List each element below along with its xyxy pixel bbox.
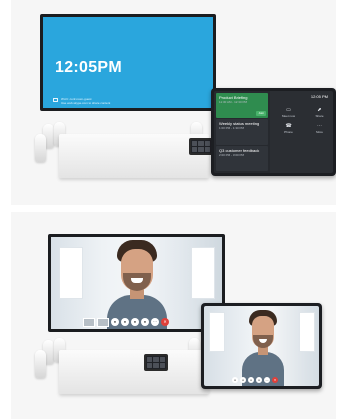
background-window [59,247,83,299]
background-window [299,312,315,352]
conference-table [59,134,213,178]
end-call-button[interactable]: ✕ [161,318,169,326]
background-window [191,247,215,299]
room-control-actions: 12:05 PM ▭ Meet now ⬈ Share ☎ Phone ⋯ Mo… [270,91,333,173]
phone-icon: ☎ [285,123,292,129]
chair [35,134,46,162]
meeting-room-scene: 12:05PM Wi-Fi: conf-room-guest Use web.s… [11,0,336,205]
join-button[interactable]: Join [256,111,266,117]
participant-thumbnail[interactable] [97,317,109,327]
background-window [209,312,225,352]
chair [35,350,46,378]
meet-now-button[interactable]: ▭ Meet now [276,107,301,119]
phone-button[interactable]: ☎ Phone [276,123,301,135]
remote-participant [240,308,286,386]
share-button[interactable]: ● [248,377,254,383]
room-display-info: Wi-Fi: conf-room-guest Use web.skype.com… [53,97,110,105]
meeting-title: Q3 customer feedback [219,147,260,153]
room-display-clock: 12:05PM [55,59,123,76]
conference-table-area [29,118,213,182]
meeting-time: 11:30 AM - 12:30 PM [219,100,247,104]
video-feed-preview: ● ● ● ● ⋯ ✕ [204,306,319,386]
mic-toggle-button[interactable]: ● [240,377,246,383]
end-call-button[interactable]: ✕ [272,377,278,383]
meeting-time: 2:00 PM - 3:00 PM [219,152,245,157]
participants-button[interactable]: ● [256,377,262,383]
call-controls: ● ● ● ● ⋯ ✕ [232,376,278,384]
action-label: More [316,130,323,134]
video-camera-icon: ▭ [286,107,291,113]
video-feed: ● ● ● ● ⋯ ✕ [51,237,222,329]
camera-toggle-button[interactable]: ● [232,377,238,383]
conference-table-area [29,332,209,396]
conference-table [59,350,209,394]
room-control-tablet: ● ● ● ● ⋯ ✕ [201,303,322,389]
more-options-button[interactable]: ⋯ [264,377,270,383]
share-button[interactable]: ⬈ Share [307,107,332,119]
more-icon: ⋯ [317,123,322,129]
meeting-list: Product Briefing 11:30 AM - 12:30 PM Joi… [214,91,270,173]
more-options-button[interactable]: ⋯ [151,318,159,326]
meeting-item[interactable]: Weekly status meeting 1:00 PM - 1:30 PM [216,119,268,145]
participant-thumbnail[interactable] [83,317,95,327]
remote-participant [103,237,171,329]
room-control-tablet: Product Briefing 11:30 AM - 12:30 PM Joi… [211,88,336,176]
mic-toggle-button[interactable]: ● [121,318,129,326]
action-label: Meet now [281,114,295,118]
meeting-item[interactable]: Product Briefing 11:30 AM - 12:30 PM Joi… [216,93,268,119]
monitor-icon [53,97,58,102]
video-call-display: ● ● ● ● ⋯ ✕ [48,234,225,332]
meeting-time: 1:00 PM - 1:30 PM [219,126,245,131]
screen-share-icon: ⬈ [317,107,322,113]
meeting-item[interactable]: Q3 customer feedback 2:00 PM - 3:00 PM [216,145,268,171]
room-display-screen: 12:05PM Wi-Fi: conf-room-guest Use web.s… [43,17,213,108]
room-control-screen: Product Briefing 11:30 AM - 12:30 PM Joi… [214,91,333,173]
share-button[interactable]: ● [131,318,139,326]
table-controller [144,354,168,371]
video-call-scene: ● ● ● ● ⋯ ✕ ● ● ● ● ⋯ ✕ [11,212,336,419]
more-button[interactable]: ⋯ More [307,123,332,135]
table-controller [189,138,213,155]
camera-toggle-button[interactable]: ● [111,318,119,326]
action-grid: ▭ Meet now ⬈ Share ☎ Phone ⋯ More [276,107,332,135]
room-display: 12:05PM Wi-Fi: conf-room-guest Use web.s… [40,14,216,111]
participants-button[interactable]: ● [141,318,149,326]
call-controls: ● ● ● ● ⋯ ✕ [83,317,169,327]
action-label: Share [315,114,324,118]
room-control-clock: 12:05 PM [310,94,328,99]
action-label: Phone [284,130,293,134]
room-display-info-line: Use web.skype.com to share content [61,101,111,105]
